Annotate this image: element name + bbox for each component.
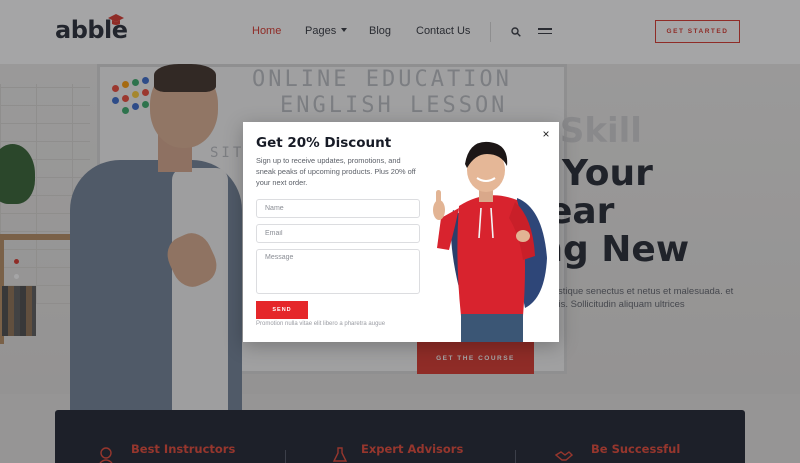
email-field[interactable] — [256, 224, 420, 243]
name-field[interactable] — [256, 199, 420, 218]
discount-popup: × Get 20% Discount Sign up to receive up… — [243, 122, 559, 342]
send-button[interactable]: SEND — [256, 301, 308, 319]
message-field[interactable] — [256, 249, 420, 294]
popup-description: Sign up to receive updates, promotions, … — [256, 156, 416, 187]
popup-title: Get 20% Discount — [256, 135, 392, 151]
promotion-note: Promotion nulla vitae elit libero a phar… — [256, 321, 386, 327]
student-image — [433, 141, 547, 342]
